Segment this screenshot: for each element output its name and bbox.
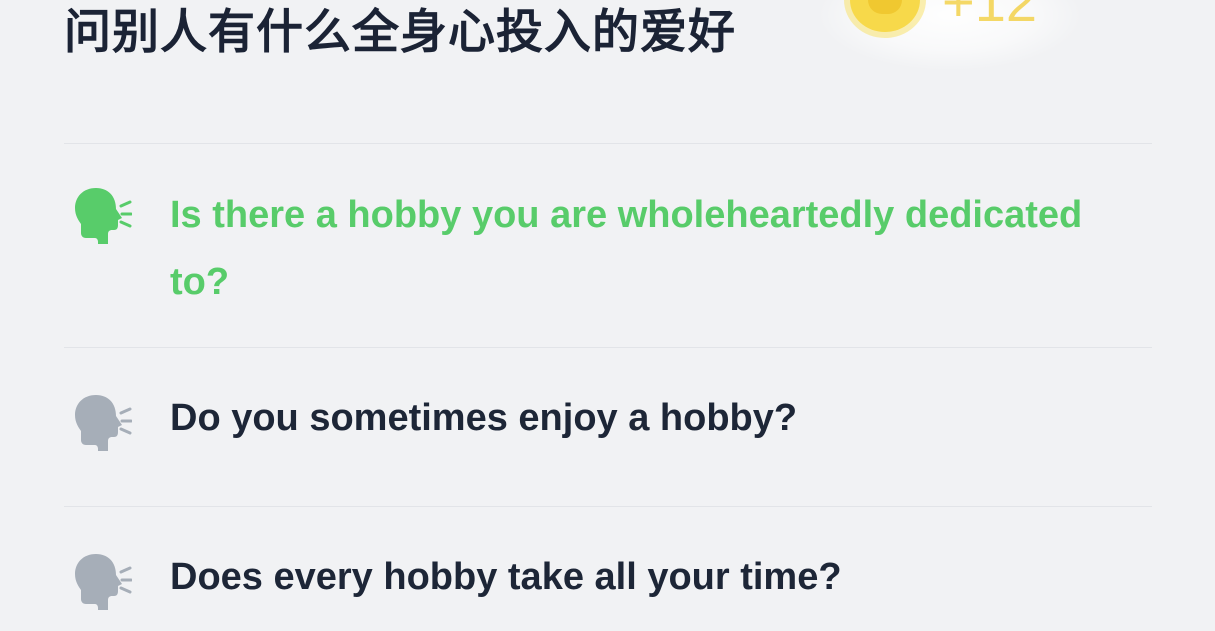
speaking-head-icon xyxy=(75,554,132,610)
coin-icon-inner xyxy=(868,0,902,14)
divider xyxy=(64,143,1152,144)
reward-indicator: +12 xyxy=(820,0,1080,70)
divider xyxy=(64,347,1152,348)
option-text: Is there a hobby you are wholeheartedly … xyxy=(170,194,1083,303)
page: +12 问别人有什么全身心投入的爱好 Is there a hobby you … xyxy=(0,0,1215,631)
prompt-title: 问别人有什么全身心投入的爱好 xyxy=(64,5,736,60)
option-text: Do you sometimes enjoy a hobby? xyxy=(170,397,798,439)
reward-glow xyxy=(820,0,1080,70)
option-item-3[interactable]: Does every hobby take all your time? xyxy=(64,544,1152,611)
reward-points: +12 xyxy=(942,0,1037,33)
speaking-head-icon xyxy=(75,395,132,451)
option-text: Does every hobby take all your time? xyxy=(170,556,842,598)
coin-icon xyxy=(850,0,920,32)
speaking-head-icon xyxy=(75,188,132,244)
divider xyxy=(64,506,1152,507)
option-item-1[interactable]: Is there a hobby you are wholeheartedly … xyxy=(64,182,1152,314)
option-item-2[interactable]: Do you sometimes enjoy a hobby? xyxy=(64,385,1152,452)
